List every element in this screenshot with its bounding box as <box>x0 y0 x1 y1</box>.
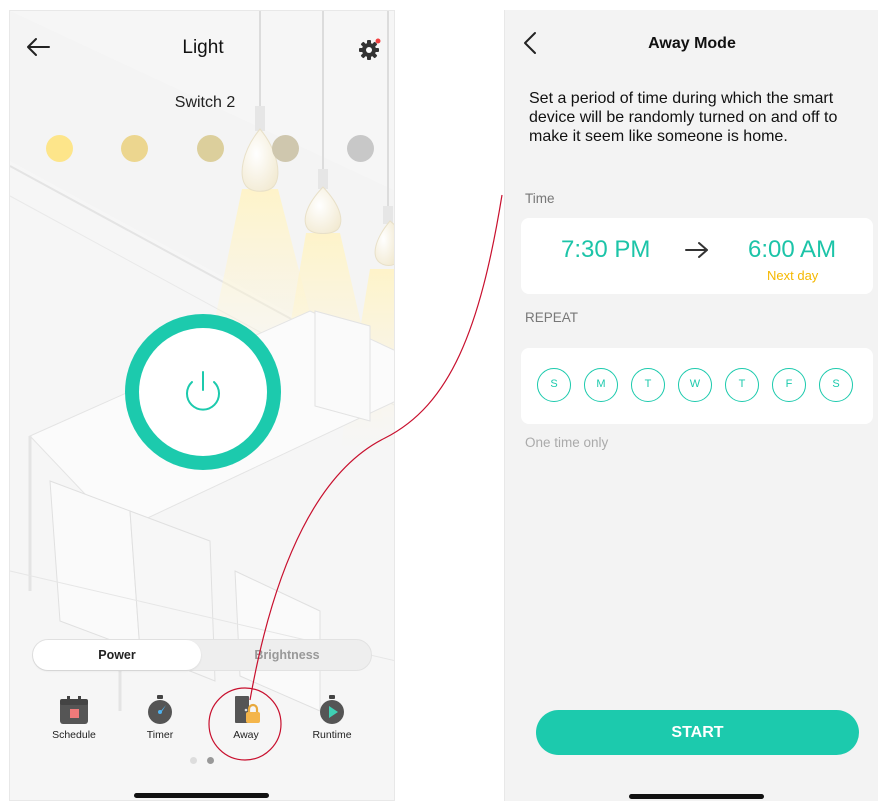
day-toggle-tuesday[interactable]: T <box>631 368 665 402</box>
day-toggle-thursday[interactable]: T <box>725 368 759 402</box>
mode-segmented-control: Power Brightness <box>32 639 372 671</box>
color-swatch[interactable] <box>197 135 224 162</box>
time-section-label: Time <box>525 191 555 206</box>
color-swatch[interactable] <box>121 135 148 162</box>
next-day-note: Next day <box>767 268 819 283</box>
home-indicator[interactable] <box>629 794 764 799</box>
away-mode-screen: Away Mode Set a period of time during wh… <box>504 10 878 801</box>
switch-name: Switch 2 <box>174 94 236 111</box>
away-lock-icon <box>235 696 260 723</box>
page-dot[interactable] <box>190 757 197 764</box>
end-time[interactable]: 6:00 AM <box>748 236 836 264</box>
day-toggle-monday[interactable]: M <box>584 368 618 402</box>
schedule-label: Schedule <box>52 729 96 741</box>
light-screen: Light Switch 2 Power Brightness Schedule… <box>9 10 395 801</box>
day-toggle-sunday[interactable]: S <box>537 368 571 402</box>
day-toggle-friday[interactable]: F <box>772 368 806 402</box>
tab-brightness[interactable]: Brightness <box>203 640 371 670</box>
timer-button[interactable]: Timer <box>120 695 200 741</box>
gear-icon[interactable] <box>357 37 383 68</box>
away-button[interactable]: Away <box>206 695 286 741</box>
color-swatch[interactable] <box>46 135 73 162</box>
page-dot-active[interactable] <box>207 757 214 764</box>
color-swatch[interactable] <box>272 135 299 162</box>
runtime-play-icon <box>320 695 344 724</box>
tab-power[interactable]: Power <box>33 640 201 670</box>
start-time[interactable]: 7:30 PM <box>561 236 650 264</box>
repeat-card: S M T W T F S <box>521 348 873 424</box>
schedule-button[interactable]: Schedule <box>34 695 114 741</box>
page-title: Away Mode <box>648 35 736 52</box>
runtime-button[interactable]: Runtime <box>292 695 372 741</box>
time-card[interactable]: 7:30 PM 6:00 AM Next day <box>521 218 873 294</box>
day-toggle-saturday[interactable]: S <box>819 368 853 402</box>
calendar-icon <box>60 696 88 724</box>
right-arrow-icon <box>684 240 710 265</box>
color-swatch[interactable] <box>347 135 374 162</box>
stopwatch-icon <box>148 695 172 724</box>
away-label: Away <box>233 729 259 741</box>
repeat-hint: One time only <box>525 435 609 450</box>
page-title: Light <box>182 37 224 58</box>
power-button[interactable] <box>125 314 281 470</box>
day-toggle-wednesday[interactable]: W <box>678 368 712 402</box>
runtime-label: Runtime <box>312 729 352 741</box>
start-button[interactable]: START <box>536 710 859 755</box>
power-icon <box>186 371 220 411</box>
away-mode-description: Set a period of time during which the sm… <box>529 90 838 145</box>
timer-label: Timer <box>146 729 174 741</box>
home-indicator[interactable] <box>134 793 269 798</box>
repeat-section-label: REPEAT <box>525 310 579 325</box>
